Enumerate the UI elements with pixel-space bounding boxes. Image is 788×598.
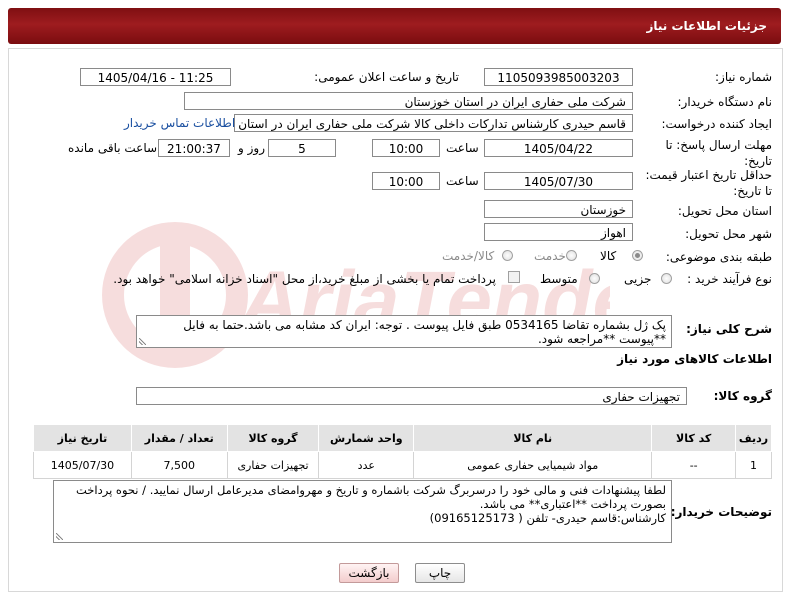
col-group-header: گروه کالا bbox=[226, 424, 320, 452]
buyer-notes-line1: لطفا پیشنهادات فنی و مالی خود را درسربرگ… bbox=[76, 483, 666, 497]
price-validity-label-line2: تا تاریخ: bbox=[733, 184, 772, 198]
col-date-header: تاریخ نیاز bbox=[33, 424, 132, 452]
buyer-org-field: شرکت ملی حفاری ایران در استان خوزستان bbox=[184, 92, 633, 110]
category-radio-goods[interactable] bbox=[632, 250, 643, 261]
reply-days-label: روز و bbox=[238, 141, 265, 155]
page-header: جزئیات اطلاعات نیاز bbox=[8, 8, 781, 44]
process-radio-medium[interactable] bbox=[589, 273, 600, 284]
resize-handle[interactable] bbox=[56, 533, 63, 540]
delivery-city-field: اهواز bbox=[484, 223, 633, 241]
category-option-goods-service: کالا/خدمت bbox=[442, 249, 495, 263]
reply-deadline-label-line1: مهلت ارسال پاسخ: تا bbox=[665, 138, 772, 152]
general-desc-label: شرح کلی نیاز: bbox=[686, 322, 772, 336]
category-option-goods: کالا bbox=[600, 249, 617, 263]
table-row: 1 -- مواد شیمیایی حفاری عمومی عدد تجهیزا… bbox=[33, 451, 772, 479]
buyer-notes-text: لطفا پیشنهادات فنی و مالی خود را درسربرگ… bbox=[53, 480, 672, 543]
general-desc-text: پک ژل بشماره تقاضا 0534165 طبق فایل پیوس… bbox=[136, 315, 672, 348]
goods-group-label: گروه کالا: bbox=[713, 389, 772, 403]
cell-name: مواد شیمیایی حفاری عمومی bbox=[413, 451, 653, 479]
category-option-service: خدمت bbox=[534, 249, 566, 263]
print-button[interactable]: چاپ bbox=[415, 563, 465, 583]
price-validity-label-line1: حداقل تاریخ اعتبار قیمت: bbox=[645, 168, 772, 182]
requester-field: قاسم حیدری کارشناس تدارکات داخلی کالا شر… bbox=[234, 114, 633, 132]
category-radio-goods-service[interactable] bbox=[502, 250, 513, 261]
items-table: ردیف کد کالا نام کالا واحد شمارش گروه کا… bbox=[33, 424, 772, 479]
delivery-province-field: خوزستان bbox=[484, 200, 633, 218]
buyer-notes-label: توضیحات خریدار: bbox=[670, 505, 772, 519]
col-name-header: نام کالا bbox=[413, 424, 653, 452]
category-radio-service[interactable] bbox=[566, 250, 577, 261]
cell-code: -- bbox=[651, 451, 737, 479]
cell-date: 1405/07/30 bbox=[33, 451, 132, 479]
delivery-city-label: شهر محل تحویل: bbox=[685, 227, 772, 241]
back-button[interactable]: بازگشت bbox=[339, 563, 399, 583]
buyer-notes-line2: بصورت پرداخت **اعتباری** می باشد. bbox=[479, 497, 666, 511]
need-number-field: 1105093985003203 bbox=[484, 68, 633, 86]
process-option-minor: جزیی bbox=[624, 272, 652, 286]
page-title: جزئیات اطلاعات نیاز bbox=[646, 19, 767, 33]
col-unit-header: واحد شمارش bbox=[318, 424, 415, 452]
treasury-payment-note: پرداخت تمام یا بخشی از مبلغ خرید،از محل … bbox=[113, 272, 496, 286]
reply-days-field: 5 bbox=[268, 139, 336, 157]
buyer-org-label: نام دستگاه خریدار: bbox=[677, 95, 773, 109]
col-code-header: کد کالا bbox=[651, 424, 737, 452]
resize-handle[interactable] bbox=[139, 338, 146, 345]
remaining-time-field: 21:00:37 bbox=[158, 139, 230, 157]
reply-deadline-time-field: 10:00 bbox=[372, 139, 440, 157]
reply-deadline-date-field: 1405/04/22 bbox=[484, 139, 633, 157]
price-validity-date-field: 1405/07/30 bbox=[484, 172, 633, 190]
goods-section-title: اطلاعات کالاهای مورد نیاز bbox=[617, 352, 772, 366]
buyer-notes-line3: کارشناس:قاسم حیدری- تلفن ( 09165125173) bbox=[429, 511, 666, 525]
goods-group-field: تجهیزات حفاری bbox=[136, 387, 687, 405]
buyer-contact-link[interactable]: اطلاعات تماس خریدار bbox=[124, 116, 235, 130]
reply-deadline-time-label: ساعت bbox=[446, 141, 479, 155]
category-label: طبقه بندی موضوعی: bbox=[665, 250, 772, 264]
reply-deadline-label: مهلت ارسال پاسخ: تا تاریخ: bbox=[665, 137, 772, 169]
price-validity-time-field: 10:00 bbox=[372, 172, 440, 190]
announce-datetime-field: 1405/04/16 - 11:25 bbox=[80, 68, 231, 86]
cell-row: 1 bbox=[735, 451, 772, 479]
col-row-header: ردیف bbox=[735, 424, 772, 452]
cell-group: تجهیزات حفاری bbox=[226, 451, 320, 479]
remaining-time-label: ساعت باقی مانده bbox=[68, 141, 158, 155]
delivery-province-label: استان محل تحویل: bbox=[677, 204, 772, 218]
announce-datetime-label: تاریخ و ساعت اعلان عمومی: bbox=[314, 70, 459, 84]
process-radio-minor[interactable] bbox=[661, 273, 672, 284]
col-qty-header: تعداد / مقدار bbox=[130, 424, 228, 452]
general-desc-content: پک ژل بشماره تقاضا 0534165 طبق فایل پیوس… bbox=[183, 318, 666, 346]
table-header-row: ردیف کد کالا نام کالا واحد شمارش گروه کا… bbox=[33, 424, 772, 452]
process-type-label: نوع فرآیند خرید : bbox=[687, 272, 772, 286]
need-number-label: شماره نیاز: bbox=[715, 70, 772, 84]
treasury-payment-checkbox[interactable] bbox=[508, 271, 520, 283]
price-validity-label: حداقل تاریخ اعتبار قیمت: تا تاریخ: bbox=[645, 167, 772, 199]
price-validity-time-label: ساعت bbox=[446, 174, 479, 188]
requester-label: ایجاد کننده درخواست: bbox=[661, 117, 772, 131]
cell-unit: عدد bbox=[318, 451, 415, 479]
process-option-medium: متوسط bbox=[540, 272, 578, 286]
cell-qty: 7,500 bbox=[130, 451, 228, 479]
